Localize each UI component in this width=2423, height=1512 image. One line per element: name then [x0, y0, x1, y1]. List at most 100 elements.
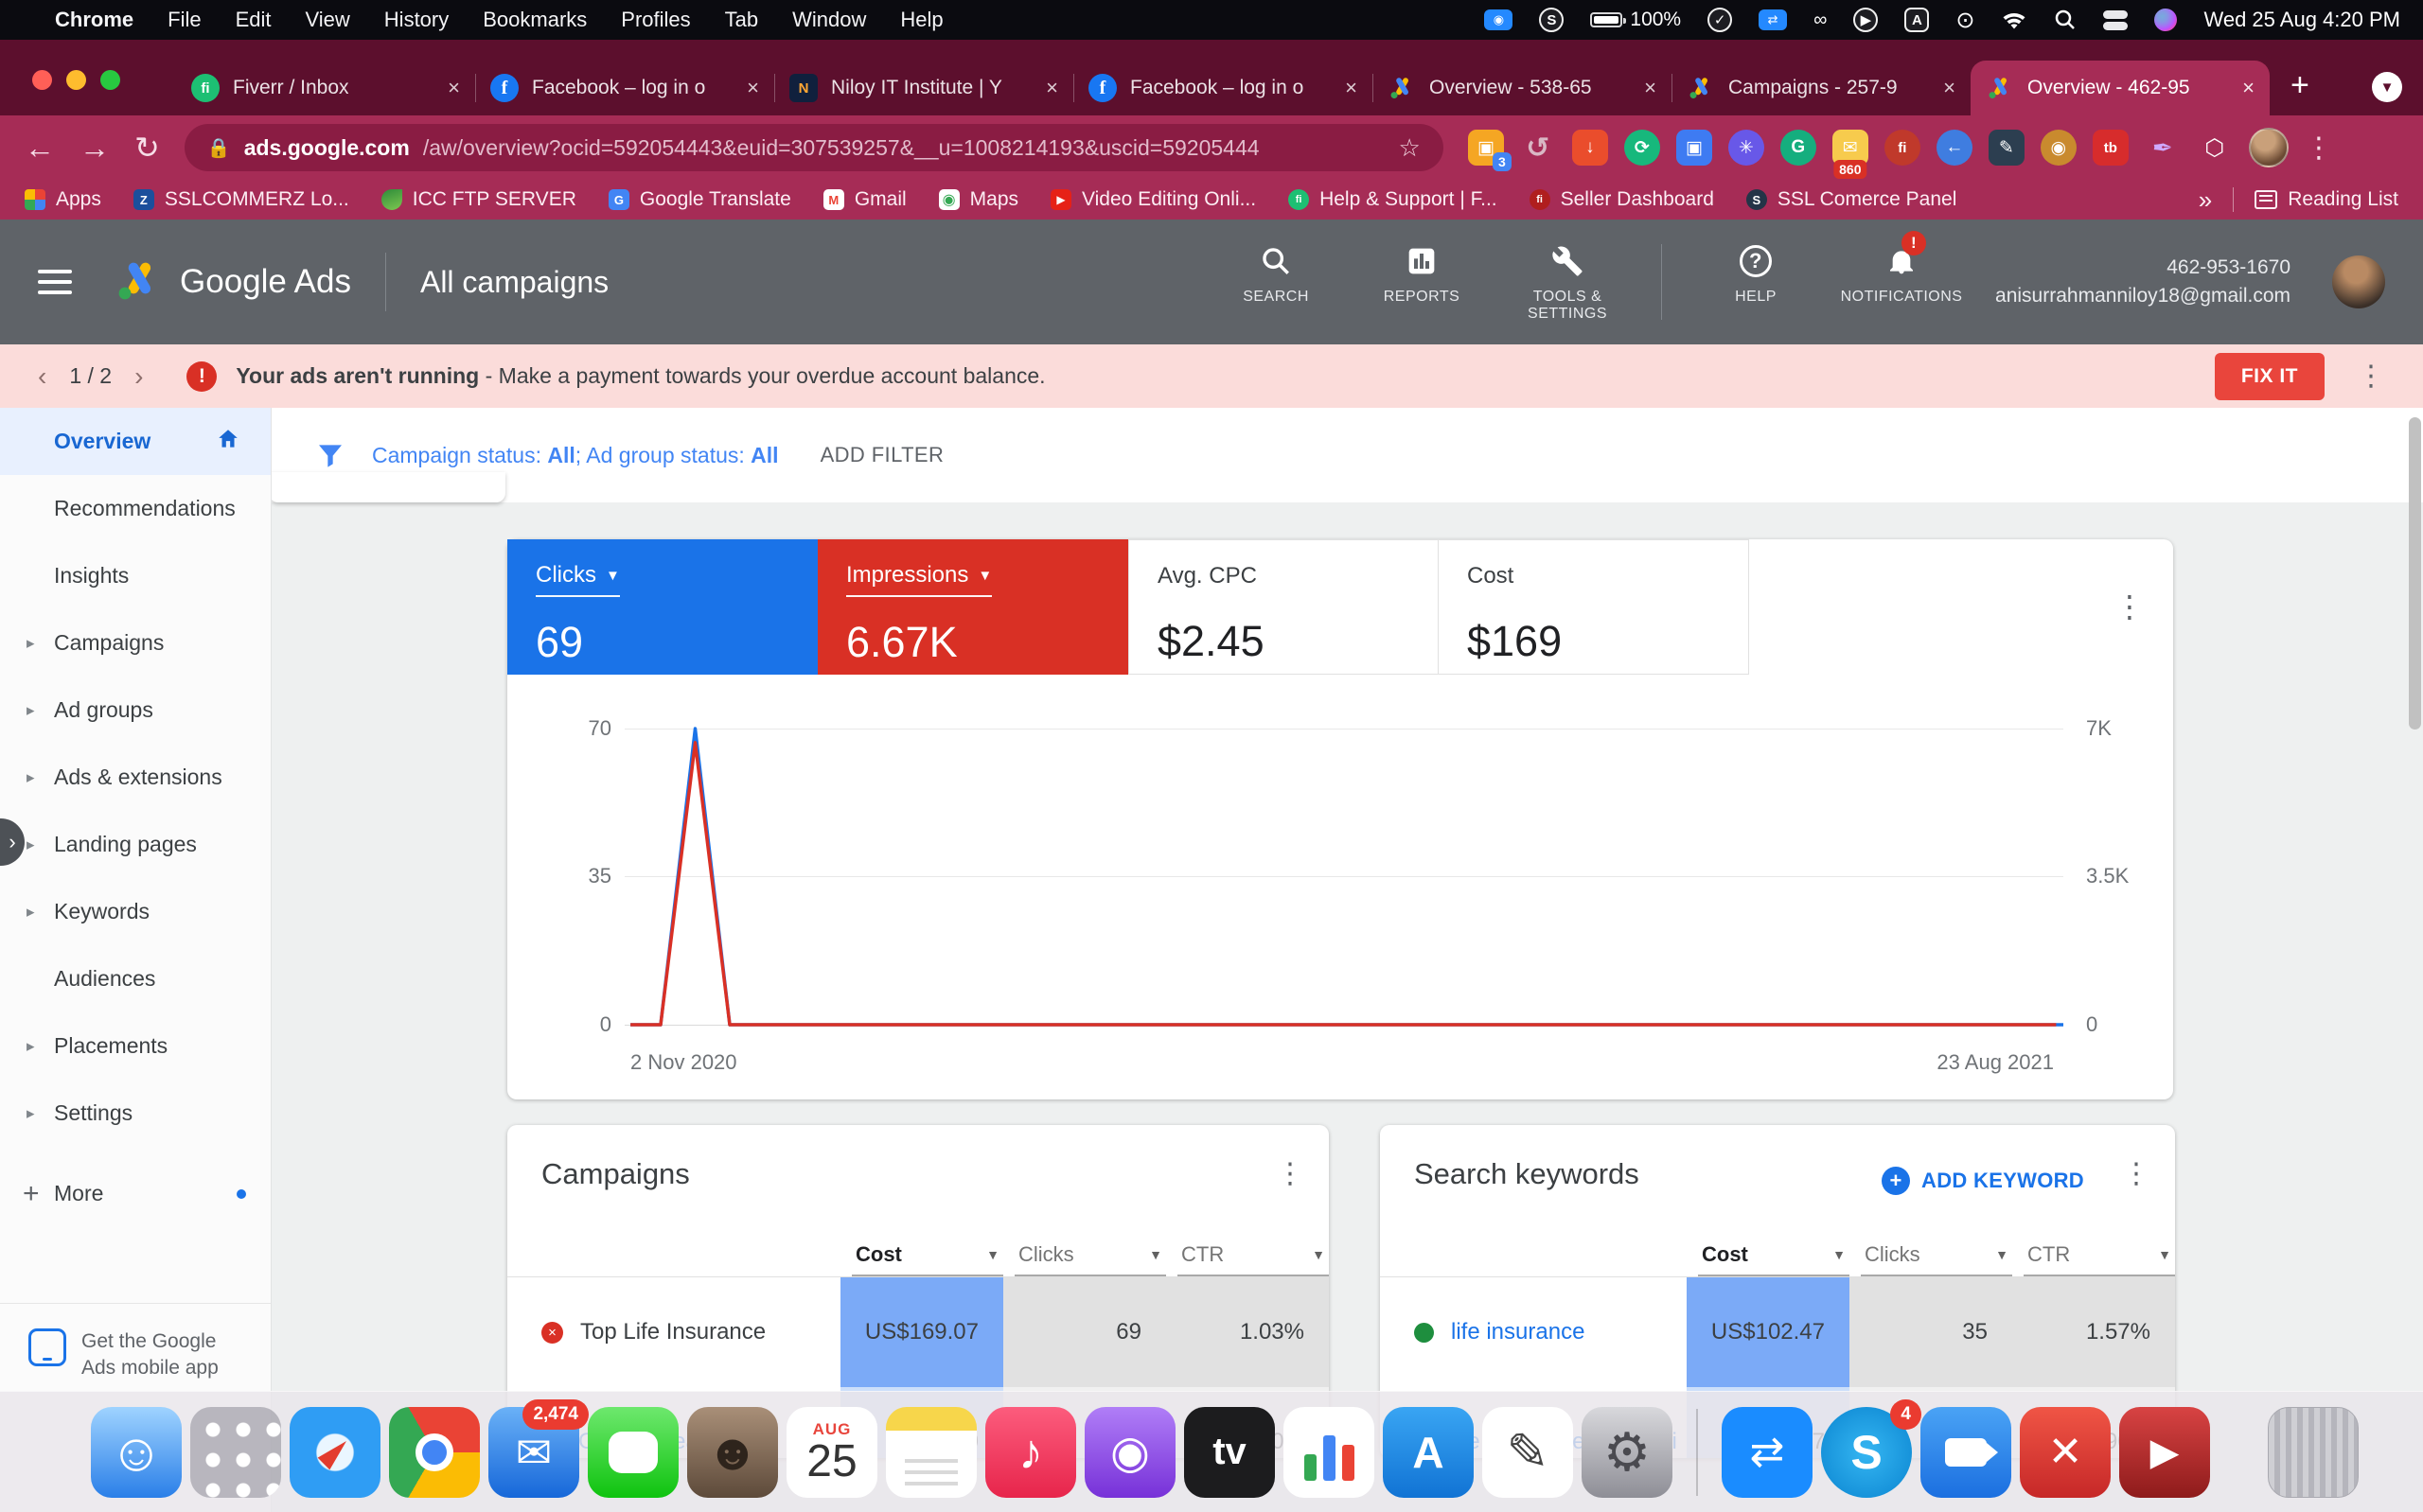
menu-window[interactable]: Window [792, 8, 866, 32]
dock-red-app-icon[interactable]: ▶ [2119, 1407, 2210, 1498]
dock-appletv-icon[interactable]: tv [1184, 1407, 1275, 1498]
bookmark-star-icon[interactable]: ☆ [1399, 133, 1421, 163]
ext-fiverr-icon[interactable]: fi [1884, 130, 1920, 166]
sidebar-item-recommendations[interactable]: Recommendations [0, 475, 271, 542]
bookmark-help-support[interactable]: fiHelp & Support | F... [1288, 188, 1497, 211]
alert-next-icon[interactable]: › [134, 361, 143, 392]
shottr-icon[interactable]: S [1539, 8, 1564, 32]
bookmark-apps[interactable]: Apps [25, 188, 101, 211]
dock-safari-icon[interactable] [290, 1407, 380, 1498]
ext-burst-icon[interactable]: ✳ [1728, 130, 1764, 166]
menu-edit[interactable]: Edit [236, 8, 272, 32]
fullscreen-window-button[interactable] [100, 70, 120, 90]
dock-stats-icon[interactable] [1283, 1407, 1374, 1498]
tab-facebook-1[interactable]: f Facebook – log in o × [475, 61, 774, 115]
campaign-name[interactable]: Top Life Insurance [580, 1319, 766, 1345]
reading-list-button[interactable]: Reading List [2255, 188, 2398, 211]
creative-cloud-icon[interactable]: ∞ [1813, 9, 1827, 31]
sidebar-item-keywords[interactable]: ▸Keywords [0, 878, 271, 945]
tab-overview-462-active[interactable]: Overview - 462-95 × [1971, 61, 2270, 115]
bookmark-sslcommerz[interactable]: ZSSLCOMMERZ Lo... [133, 188, 349, 211]
dock-contacts-icon[interactable]: ☻ [687, 1407, 778, 1498]
sidebar-item-ads-extensions[interactable]: ▸Ads & extensions [0, 744, 271, 811]
ext-feather-icon[interactable]: ✒ [2145, 130, 2181, 166]
add-filter-button[interactable]: ADD FILTER [821, 443, 945, 467]
chart-svg[interactable] [625, 729, 2063, 1025]
column-cost[interactable]: Cost▼ [852, 1242, 1003, 1276]
sidebar-item-insights[interactable]: Insights [0, 542, 271, 609]
bookmark-ssl-comerce[interactable]: SSSL Comerce Panel [1746, 188, 1956, 211]
ext-tabboost-icon[interactable]: tb [2093, 130, 2129, 166]
dock-music-icon[interactable]: ♪ [985, 1407, 1076, 1498]
tab-fiverr-inbox[interactable]: fi Fiverr / Inbox × [176, 61, 475, 115]
menu-history[interactable]: History [384, 8, 449, 32]
wifi-icon[interactable] [2001, 9, 2027, 30]
table-row[interactable]: life insurance US$102.47 35 1.57% [1380, 1277, 2175, 1387]
bookmark-google-translate[interactable]: GGoogle Translate [609, 188, 791, 211]
metric-cost[interactable]: Cost $169 [1439, 539, 1749, 675]
tab-niloy-it[interactable]: N Niloy IT Institute | Y × [774, 61, 1073, 115]
chrome-menu-icon[interactable]: ⋮ [2305, 132, 2333, 165]
campaigns-menu-icon[interactable]: ⋮ [1276, 1157, 1304, 1190]
dock-texteditor-icon[interactable]: ✎ [1482, 1407, 1573, 1498]
bookmarks-overflow-chevron[interactable]: » [2199, 185, 2212, 215]
tab-close-icon[interactable]: × [448, 76, 460, 100]
dock-podcasts-icon[interactable]: ◉ [1085, 1407, 1176, 1498]
address-bar[interactable]: 🔒 ads.google.com /aw/overview?ocid=59205… [185, 124, 1443, 171]
ext-history-icon[interactable]: ↺ [1520, 130, 1556, 166]
column-clicks[interactable]: Clicks▼ [1861, 1242, 2012, 1276]
dock-adobe-icon[interactable]: ✕ [2020, 1407, 2111, 1498]
filter-status-link[interactable]: Campaign status: All; Ad group status: A… [372, 443, 779, 468]
tab-campaigns-257[interactable]: Campaigns - 257-9 × [1671, 61, 1971, 115]
table-row[interactable]: ×Top Life Insurance US$169.07 69 1.03% [507, 1277, 1329, 1387]
dock-chrome-icon[interactable] [389, 1407, 480, 1498]
tab-close-icon[interactable]: × [2242, 76, 2255, 100]
bookmark-maps[interactable]: ◉Maps [939, 188, 1018, 211]
minimize-window-button[interactable] [66, 70, 86, 90]
scrollbar-thumb[interactable] [2409, 417, 2421, 730]
keywords-menu-icon[interactable]: ⋮ [2122, 1157, 2150, 1190]
ext-grammarly-icon[interactable]: G [1780, 130, 1816, 166]
bookmark-gmail[interactable]: MGmail [823, 188, 907, 211]
sidebar-item-placements[interactable]: ▸Placements [0, 1012, 271, 1080]
tab-facebook-2[interactable]: f Facebook – log in o × [1073, 61, 1372, 115]
bookmark-icc-ftp[interactable]: ICC FTP SERVER [381, 188, 576, 211]
keyword-link[interactable]: life insurance [1451, 1319, 1584, 1345]
dock-appstore-icon[interactable]: A [1383, 1407, 1474, 1498]
ext-back-arrow-icon[interactable]: ← [1937, 130, 1972, 166]
tab-close-icon[interactable]: × [747, 76, 759, 100]
column-ctr[interactable]: CTR▼ [2024, 1242, 2175, 1276]
reload-icon[interactable]: ↻ [134, 130, 160, 166]
new-tab-button[interactable]: + [2290, 67, 2309, 104]
bookmark-seller-dashboard[interactable]: fiSeller Dashboard [1530, 188, 1714, 211]
screen-record-icon[interactable]: ◉ [1484, 9, 1512, 30]
close-window-button[interactable] [32, 70, 52, 90]
tab-close-icon[interactable]: × [1943, 76, 1955, 100]
tools-settings-button[interactable]: TOOLS & SETTINGS [1515, 242, 1619, 323]
menu-bookmarks[interactable]: Bookmarks [483, 8, 587, 32]
dock-skype-icon[interactable]: S4 [1821, 1407, 1912, 1498]
metric-clicks[interactable]: Clicks▼ 69 [507, 539, 818, 675]
ext-video-icon[interactable]: ▣ [1676, 130, 1712, 166]
menu-profiles[interactable]: Profiles [621, 8, 690, 32]
back-icon[interactable]: ← [25, 131, 55, 166]
alert-menu-icon[interactable]: ⋮ [2357, 360, 2385, 393]
ext-downloader-icon[interactable]: ↓ [1572, 130, 1608, 166]
sidebar-item-landing-pages[interactable]: ▸Landing pages [0, 811, 271, 878]
menu-view[interactable]: View [306, 8, 350, 32]
ext-screenshot-icon[interactable]: ▣3 [1468, 130, 1504, 166]
sidebar-item-settings[interactable]: ▸Settings [0, 1080, 271, 1147]
menu-tab[interactable]: Tab [725, 8, 758, 32]
sidebar-more-button[interactable]: +More [0, 1160, 271, 1227]
dock-mail-icon[interactable]: ✉2,474 [488, 1407, 579, 1498]
tab-close-icon[interactable]: × [1644, 76, 1656, 100]
bookmark-video-editing[interactable]: ▶Video Editing Onli... [1051, 188, 1256, 211]
ext-mail-checker-icon[interactable]: ✉860 [1832, 130, 1868, 166]
battery-indicator[interactable]: 100% [1590, 9, 1681, 31]
alert-prev-icon[interactable]: ‹ [38, 361, 46, 392]
tab-close-icon[interactable]: × [1046, 76, 1058, 100]
tab-search-button[interactable]: ▼ [2372, 72, 2402, 102]
column-ctr[interactable]: CTR▼ [1177, 1242, 1329, 1276]
todo-menu-icon[interactable]: ✓ [1707, 8, 1732, 32]
dock-video-call-icon[interactable] [1920, 1407, 2011, 1498]
